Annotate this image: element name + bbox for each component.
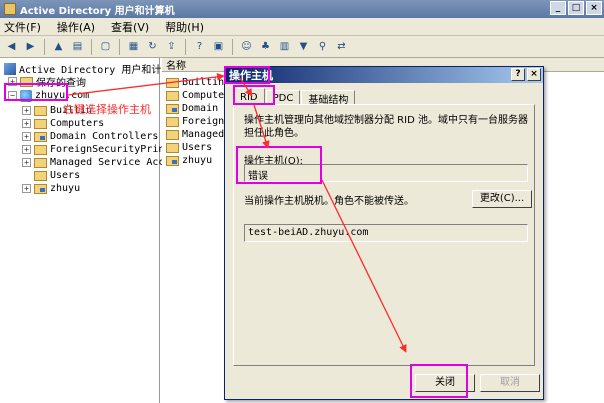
menu-file[interactable]: 文件(F) — [4, 19, 41, 35]
cancel-button: 取消 — [480, 374, 540, 392]
toolbar-separator — [232, 38, 233, 55]
ou-folder-icon — [166, 103, 179, 114]
annotation-text: 右键选择操作主机 — [63, 103, 151, 116]
folder-icon — [166, 77, 179, 88]
toolbar-separator — [185, 38, 186, 55]
maximize-button[interactable]: □ — [568, 1, 584, 15]
dialog-titlebar: 操作主机 ? × — [225, 67, 543, 83]
export-icon[interactable]: ⇪ — [164, 39, 179, 54]
list-item[interactable]: zhuyu — [166, 154, 212, 167]
highlight-rid-tab — [233, 85, 275, 105]
expand-icon[interactable]: + — [22, 119, 31, 128]
folder-icon — [166, 116, 179, 127]
tree-icon[interactable]: ▤ — [70, 39, 85, 54]
ou-folder-icon — [34, 183, 47, 194]
expand-icon[interactable]: + — [22, 158, 31, 167]
folder-icon — [166, 142, 179, 153]
filter-icon[interactable]: ▼ — [296, 39, 311, 54]
offline-status-text: 当前操作主机脱机。角色不能被传送。 — [244, 196, 414, 207]
menu-view[interactable]: 查看(V) — [111, 19, 149, 35]
toolbar-separator — [44, 38, 45, 55]
change-button[interactable]: 更改(C)... — [472, 190, 532, 208]
tree-item-label: zhuyu — [50, 183, 81, 194]
domain-controller-field: test-beiAD.zhuyu.com — [244, 224, 528, 242]
highlight-domain — [4, 83, 68, 101]
folder-icon — [34, 144, 47, 155]
tree-item-domain-controllers[interactable]: + Domain Controllers — [22, 130, 158, 143]
window-titlebar: Active Directory 用户和计算机 _ □ × — [0, 0, 604, 18]
expand-icon[interactable]: + — [22, 184, 31, 193]
app-icon — [4, 3, 16, 15]
expand-icon[interactable]: + — [22, 106, 31, 115]
list-item-label: Builtin — [182, 77, 225, 88]
minimize-button[interactable]: _ — [550, 1, 566, 15]
tree-item-label: Users — [50, 170, 81, 181]
console-icon[interactable]: ▣ — [211, 39, 226, 54]
help-icon[interactable]: ? — [192, 39, 207, 54]
new-folder-icon[interactable]: ▥ — [277, 39, 292, 54]
search-icon[interactable]: ⚲ — [315, 39, 330, 54]
list-item[interactable]: Builtin — [166, 76, 224, 89]
properties-icon[interactable]: ▦ — [126, 39, 141, 54]
tree-item-computers[interactable]: + Computers — [22, 117, 104, 130]
folder-icon — [34, 170, 47, 181]
list-item[interactable]: Users — [166, 141, 212, 154]
tree-item-label: Computers — [50, 118, 105, 129]
tree-item-foreign-security[interactable]: + ForeignSecurityPrincip — [22, 143, 182, 156]
highlight-dialog-title — [224, 66, 270, 84]
folder-icon — [166, 129, 179, 140]
users-icon[interactable]: ☺ — [239, 39, 254, 54]
forward-icon[interactable]: ▶ — [23, 39, 38, 54]
toolbar: ◀ ▶ ▲ ▤ ▢ ▦ ↻ ⇪ ? ▣ ☺ ♣ ▥ ▼ ⚲ ⇄ — [0, 36, 604, 58]
rid-description: 操作主机管理向其他域控制器分配 RID 池。域中只有一台服务器担任此角色。 — [244, 115, 528, 139]
group-icon[interactable]: ♣ — [258, 39, 273, 54]
folder-icon — [34, 105, 47, 116]
folder-icon — [166, 90, 179, 101]
back-icon[interactable]: ◀ — [4, 39, 19, 54]
tab-infrastructure[interactable]: 基础结构 — [301, 90, 356, 106]
tree-item-users[interactable]: Users — [34, 169, 80, 182]
ou-folder-icon — [34, 131, 47, 142]
tab-panel: 操作主机管理向其他域控制器分配 RID 池。域中只有一台服务器担任此角色。 操作… — [233, 104, 535, 366]
folder-icon — [34, 157, 47, 168]
directory-icon — [4, 62, 16, 75]
tree-item-label: Domain Controllers — [50, 131, 159, 142]
tree-item-zhuyu[interactable]: + zhuyu — [22, 182, 80, 195]
tree-item-managed-service[interactable]: + Managed Service Accour — [22, 156, 182, 169]
menu-action[interactable]: 操作(A) — [57, 19, 95, 35]
delete-icon[interactable]: ▢ — [98, 39, 113, 54]
close-window-button[interactable]: × — [586, 1, 602, 15]
refresh-icon[interactable]: ↻ — [145, 39, 160, 54]
tree-root[interactable]: Active Directory 用户和计算机 — [4, 62, 181, 76]
folder-icon — [34, 118, 47, 129]
dialog-help-button[interactable]: ? — [511, 68, 525, 81]
ou-folder-icon — [166, 155, 179, 166]
highlight-close-button — [410, 364, 468, 398]
move-icon[interactable]: ⇄ — [334, 39, 349, 54]
toolbar-separator — [91, 38, 92, 55]
window-title: Active Directory 用户和计算机 — [20, 5, 175, 17]
list-item-label: Users — [182, 142, 213, 153]
menu-help[interactable]: 帮助(H) — [165, 19, 204, 35]
toolbar-separator — [119, 38, 120, 55]
menu-bar: 文件(F) 操作(A) 查看(V) 帮助(H) — [0, 18, 604, 36]
dialog-close-x-button[interactable]: × — [527, 68, 541, 81]
list-item-label: zhuyu — [182, 155, 213, 166]
up-folder-icon[interactable]: ▲ — [51, 39, 66, 54]
operations-master-dialog: 操作主机 ? × RID PDC 基础结构 操作主机管理向其他域控制器分配 RI… — [224, 66, 544, 400]
expand-icon[interactable]: + — [22, 145, 31, 154]
expand-icon[interactable]: + — [22, 132, 31, 141]
highlight-operations-master — [236, 146, 322, 184]
